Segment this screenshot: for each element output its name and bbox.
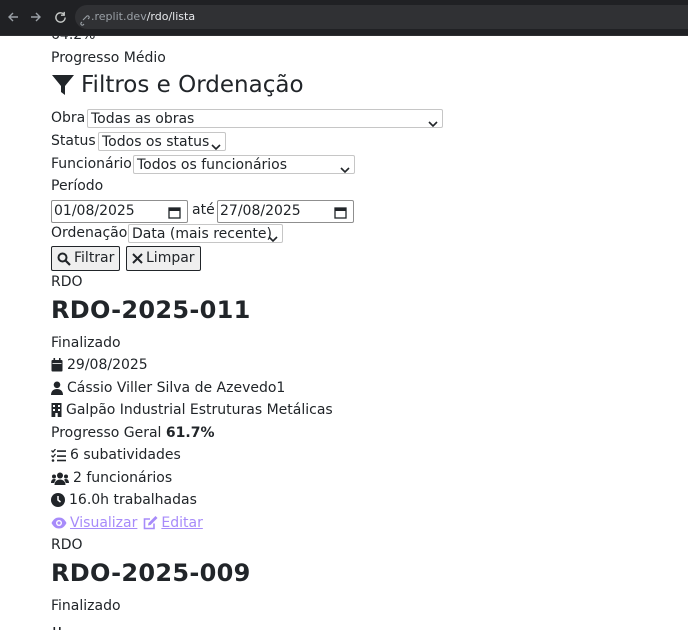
site-info-icon[interactable] — [80, 11, 90, 35]
rdo-status: Finalizado — [51, 335, 121, 351]
ordenacao-label: Ordenação — [51, 225, 128, 241]
status-select-value: Todos os status — [102, 134, 210, 150]
rdo-hours-row: 16.0h trabalhadas — [51, 492, 197, 508]
forward-icon[interactable] — [28, 9, 44, 25]
filters-title: Filtros e Ordenação — [81, 72, 304, 98]
rdo-type-label: RDO — [51, 537, 83, 553]
rdo-progress-row: Progresso Geral 61.7% — [51, 425, 214, 441]
user-icon — [51, 381, 63, 395]
calendar-icon[interactable] — [334, 205, 347, 226]
back-icon[interactable] — [5, 9, 21, 25]
browser-toolbar: .replit.dev/rdo/lista — [0, 0, 688, 36]
address-bar[interactable]: .replit.dev/rdo/lista — [75, 5, 688, 29]
url-domain: .replit.dev — [91, 10, 147, 23]
clear-button-label: Limpar — [146, 250, 195, 266]
search-icon — [57, 252, 71, 266]
obra-label: Obra — [51, 110, 86, 126]
chevron-down-icon — [340, 161, 350, 180]
funcionario-select-value: Todos os funcionários — [137, 157, 288, 173]
rdo-date: 29/08/2025 — [67, 357, 148, 373]
date-to-input[interactable]: 27/08/2025 — [217, 200, 354, 223]
rdo-type-label: RDO — [51, 274, 83, 290]
rdo-status: Finalizado — [51, 598, 121, 614]
clear-button[interactable]: Limpar — [126, 246, 201, 271]
date-separator: até — [192, 202, 215, 218]
x-icon — [132, 253, 143, 264]
obra-select-value: Todas as obras — [91, 111, 195, 127]
filter-button[interactable]: Filtrar — [51, 246, 121, 271]
rdo-person: Cássio Viller Silva de Azevedo1 — [67, 380, 286, 396]
date-from-input[interactable]: 01/08/2025 — [51, 200, 188, 223]
funcionario-select[interactable]: Todos os funcionários — [133, 155, 355, 174]
rdo-subactivities: 6 subatividades — [70, 447, 181, 463]
rdo-code: RDO-2025-009 — [51, 559, 251, 587]
status-label: Status — [51, 133, 96, 149]
chevron-down-icon — [268, 230, 278, 249]
avg-progress-label: Progresso Médio — [51, 50, 166, 66]
view-link[interactable]: Visualizar — [70, 515, 137, 531]
rdo-employees: 2 funcionários — [73, 470, 173, 486]
ordenacao-select-value: Data (mais recente) — [132, 226, 272, 242]
rdo-employees-row: 2 funcionários — [51, 470, 172, 486]
rdo-code: RDO-2025-011 — [51, 296, 251, 324]
rdo-actions: Visualizar Editar — [51, 515, 203, 531]
rdo-progress-label: Progresso Geral — [51, 425, 162, 441]
list-check-icon — [51, 448, 66, 462]
chevron-down-icon — [428, 115, 438, 134]
rdo-site-row: Galpão Industrial Estruturas Metálicas — [51, 402, 333, 418]
ordenacao-select[interactable]: Data (mais recente) — [128, 224, 283, 243]
edit-link[interactable]: Editar — [161, 515, 202, 531]
clock-icon — [51, 493, 65, 507]
filter-button-label: Filtrar — [74, 250, 115, 266]
users-icon — [51, 472, 69, 485]
rdo-site: Galpão Industrial Estruturas Metálicas — [66, 402, 333, 418]
reload-icon[interactable] — [52, 9, 68, 25]
periodo-label: Período — [51, 178, 104, 194]
obra-select[interactable]: Todas as obras — [87, 109, 443, 128]
funnel-icon — [51, 73, 75, 97]
date-from-value: 01/08/2025 — [54, 203, 135, 219]
rdo-date-row: 29/08/2025 — [51, 357, 148, 373]
filters-heading: Filtros e Ordenação — [51, 72, 304, 98]
rdo-hours: 16.0h trabalhadas — [69, 492, 197, 508]
funcionario-label: Funcionário — [51, 156, 132, 172]
building-icon — [51, 403, 62, 417]
rdo-person-row: Cássio Viller Silva de Azevedo1 — [51, 380, 285, 396]
rdo-progress-value: 61.7% — [165, 425, 215, 441]
date-to-value: 27/08/2025 — [220, 203, 301, 219]
url-path: /rdo/lista — [146, 10, 196, 23]
edit-icon[interactable] — [143, 516, 158, 530]
status-select[interactable]: Todos os status — [98, 132, 226, 151]
calendar-icon — [51, 619, 63, 635]
calendar-icon — [51, 358, 63, 372]
eye-icon[interactable] — [51, 517, 67, 529]
calendar-icon[interactable] — [168, 205, 181, 226]
rdo-subactivities-row: 6 subatividades — [51, 447, 181, 463]
